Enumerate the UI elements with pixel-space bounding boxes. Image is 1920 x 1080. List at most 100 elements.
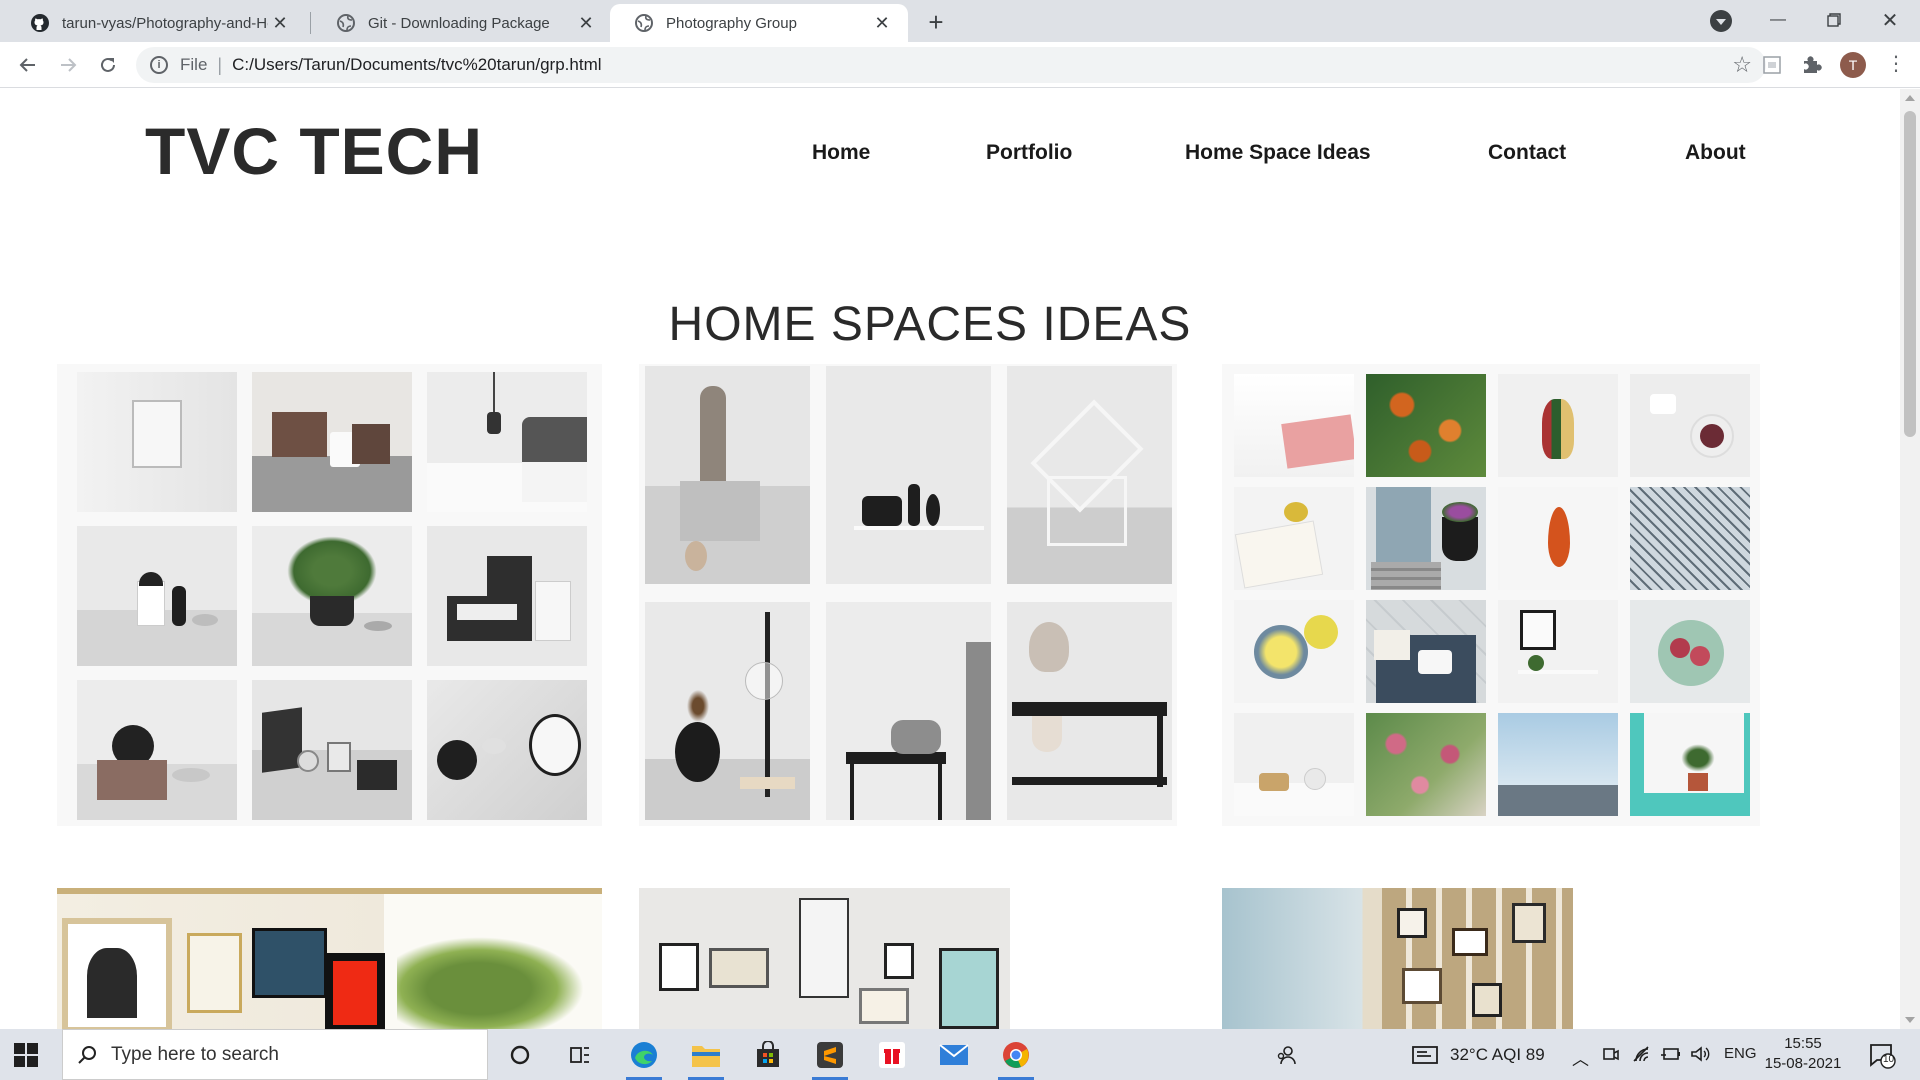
meet-now-icon[interactable] [1602, 1045, 1620, 1068]
collage-photo [77, 680, 237, 820]
collage-photo [1366, 487, 1486, 590]
people-icon[interactable] [1268, 1037, 1304, 1073]
sublime-text-icon[interactable] [812, 1037, 848, 1080]
search-placeholder: Type here to search [111, 1043, 279, 1065]
file-explorer-icon[interactable] [688, 1037, 724, 1080]
collage-lifestyle[interactable] [1222, 364, 1760, 826]
collage-photo [1234, 487, 1354, 590]
gallery-photo[interactable] [1222, 888, 1573, 1029]
cortana-icon[interactable] [502, 1037, 538, 1073]
collage-photo [1366, 713, 1486, 816]
windows-start-icon[interactable] [14, 1043, 38, 1067]
restore-button[interactable] [1804, 0, 1864, 40]
tab-photography-group[interactable]: Photography Group ✕ [610, 4, 908, 42]
chrome-icon[interactable] [998, 1037, 1034, 1080]
site-info-icon[interactable]: i [150, 56, 168, 74]
globe-icon [634, 13, 654, 33]
collage-photo [1234, 600, 1354, 703]
scroll-down-arrow[interactable] [1905, 1017, 1915, 1023]
reload-icon[interactable] [92, 49, 124, 81]
collage-photo [77, 372, 237, 512]
globe-icon [336, 13, 356, 33]
github-icon [30, 13, 50, 33]
tab-title: tarun-vyas/Photography-and-Ho [62, 14, 268, 32]
collage-photo [427, 526, 587, 666]
nav-home[interactable]: Home [812, 141, 870, 165]
page-scrollbar[interactable] [1900, 89, 1920, 1029]
collage-photo [1007, 602, 1172, 820]
site-brand[interactable]: TVC TECH [145, 113, 483, 189]
store-icon[interactable] [750, 1037, 786, 1073]
nav-about[interactable]: About [1685, 141, 1746, 165]
browser-toolbar: i File | C:/Users/Tarun/Documents/tvc%20… [0, 42, 1920, 88]
search-icon [77, 1045, 97, 1065]
clock-time: 15:55 [1784, 1035, 1822, 1052]
collage-photo [427, 680, 587, 820]
mail-icon[interactable] [936, 1037, 972, 1073]
new-tab-button[interactable]: + [921, 8, 951, 38]
tab-title: Photography Group [666, 14, 797, 32]
menu-kebab-icon[interactable]: ⋮ [1886, 52, 1906, 78]
collage-photo [252, 372, 412, 512]
collage-photo [1498, 487, 1618, 590]
gallery-photo[interactable] [639, 888, 1010, 1029]
windows-taskbar: Type here to search 32°C AQI 89 ︿ ENG 15… [0, 1029, 1920, 1080]
address-bar[interactable]: i File | C:/Users/Tarun/Documents/tvc%20… [136, 47, 1766, 83]
collage-photo [427, 372, 587, 512]
collage-photo [826, 602, 991, 820]
collage-photo [645, 602, 810, 820]
close-tab-icon[interactable]: ✕ [870, 11, 894, 35]
input-language[interactable]: ENG [1724, 1045, 1757, 1062]
wifi-icon[interactable] [1632, 1045, 1652, 1068]
extension-icon[interactable] [1761, 54, 1783, 76]
collage-photo [1498, 374, 1618, 477]
weather-readout[interactable]: 32°C AQI 89 [1450, 1045, 1545, 1065]
collage-photo [1630, 713, 1750, 816]
nav-portfolio[interactable]: Portfolio [986, 141, 1072, 165]
collage-minimal-objects[interactable] [57, 364, 602, 826]
tab-git-download[interactable]: Git - Downloading Package ✕ [312, 4, 612, 42]
close-window-button[interactable]: ✕ [1860, 0, 1920, 40]
gallery-photo[interactable] [57, 888, 602, 1029]
collage-photo [826, 366, 991, 584]
collage-photo [1630, 600, 1750, 703]
collage-photo [645, 366, 810, 584]
volume-icon[interactable] [1690, 1045, 1710, 1068]
edge-browser-icon[interactable] [626, 1037, 662, 1080]
collage-photo [1234, 374, 1354, 477]
collage-photo [1234, 713, 1354, 816]
close-tab-icon[interactable]: ✕ [268, 11, 292, 35]
collage-photo [1366, 374, 1486, 477]
nav-contact[interactable]: Contact [1488, 141, 1566, 165]
minimize-button[interactable]: — [1748, 0, 1808, 40]
profile-avatar[interactable]: T [1840, 52, 1866, 78]
collage-photo [77, 526, 237, 666]
collage-photo [1366, 600, 1486, 703]
show-hidden-icons-icon[interactable]: ︿ [1572, 1045, 1589, 1070]
bookmark-star-icon[interactable]: ☆ [1732, 52, 1752, 78]
url-scheme: File [180, 55, 208, 74]
system-clock[interactable]: 15:55 15-08-2021 [1758, 1034, 1848, 1074]
url-divider: | [217, 54, 223, 75]
collage-decor[interactable] [639, 364, 1177, 826]
taskbar-search-box[interactable]: Type here to search [62, 1029, 488, 1080]
scroll-up-arrow[interactable] [1905, 95, 1915, 101]
forward-arrow-icon[interactable] [52, 49, 84, 81]
puzzle-extensions-icon[interactable] [1800, 54, 1822, 76]
notifications-icon[interactable]: 10 [1864, 1037, 1900, 1073]
weather-icon[interactable] [1408, 1037, 1444, 1073]
tab-strip: tarun-vyas/Photography-and-Ho ✕ Git - Do… [0, 0, 1920, 42]
collage-photo [252, 680, 412, 820]
gift-app-icon[interactable] [874, 1037, 910, 1073]
nav-home-space-ideas[interactable]: Home Space Ideas [1185, 141, 1371, 165]
back-arrow-icon[interactable] [12, 49, 44, 81]
close-tab-icon[interactable]: ✕ [574, 11, 598, 35]
tab-github[interactable]: tarun-vyas/Photography-and-Ho ✕ [6, 4, 306, 42]
scroll-thumb[interactable] [1904, 111, 1916, 437]
battery-icon[interactable] [1660, 1045, 1682, 1068]
url-text[interactable]: C:/Users/Tarun/Documents/tvc%20tarun/grp… [232, 55, 601, 75]
collage-photo [1630, 374, 1750, 477]
tab-search-icon[interactable] [1710, 10, 1732, 32]
task-view-icon[interactable] [562, 1037, 598, 1073]
tab-separator [310, 12, 311, 34]
